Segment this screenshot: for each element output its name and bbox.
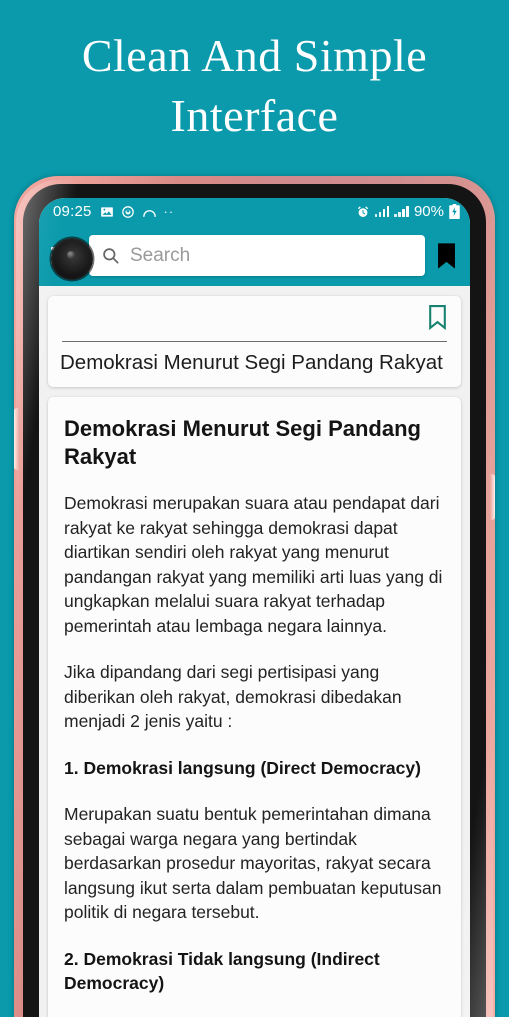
result-card-bookmark-row <box>60 305 449 335</box>
status-bar-left-icons: ·· <box>100 204 175 219</box>
status-bar-time: 09:25 <box>53 203 92 220</box>
photo-icon <box>100 205 114 219</box>
volume-button[interactable] <box>14 408 20 470</box>
article-heading: Demokrasi Menurut Segi Pandang Rakyat <box>64 416 421 469</box>
phone-bezel: 09:25 ·· 90% Search Demokrasi Menurut Se… <box>23 184 486 1017</box>
search-input[interactable]: Search <box>89 235 425 276</box>
search-icon <box>101 246 120 265</box>
article-subheading: 1. Demokrasi langsung (Direct Democracy) <box>64 757 421 778</box>
battery-charging-icon <box>449 204 460 219</box>
status-bar-right-icons: 90% <box>356 203 460 220</box>
article-paragraph: Merupakan suatu bentuk pemerintahan dima… <box>64 804 442 922</box>
battery-percent-label: 90% <box>413 203 444 220</box>
content-scroll-area[interactable]: Demokrasi Menurut Segi Pandang Rakyat De… <box>39 286 470 1017</box>
app-toolbar: Search <box>39 225 470 286</box>
more-dots-icon: ·· <box>163 204 175 219</box>
bookmark-outline-icon[interactable] <box>428 305 447 335</box>
article-card: Demokrasi Menurut Segi Pandang Rakyat De… <box>48 397 461 1017</box>
promo-headline: Clean And Simple Interface <box>0 0 509 172</box>
search-result-card[interactable]: Demokrasi Menurut Segi Pandang Rakyat <box>48 296 461 387</box>
front-camera-punch-hole <box>51 238 93 280</box>
status-bar: 09:25 ·· 90% <box>39 198 470 225</box>
article-paragraph: Jika dipandang dari segi pertisipasi yan… <box>64 662 402 731</box>
search-placeholder-label: Search <box>130 244 191 266</box>
phone-screen: 09:25 ·· 90% Search Demokrasi Menurut Se… <box>39 198 470 1017</box>
promo-headline-line-1: Clean And Simple <box>81 30 428 81</box>
result-card-divider <box>62 341 447 342</box>
article-body: Demokrasi merupakan suara atau pendapat … <box>64 491 445 1017</box>
signal-bars-icon-sim2 <box>394 206 409 217</box>
alarm-clock-icon <box>356 205 370 219</box>
shield-check-icon <box>121 205 135 219</box>
promo-headline-line-2: Interface <box>170 90 339 141</box>
bookmark-filled-icon[interactable] <box>437 242 456 269</box>
power-button[interactable] <box>489 474 495 520</box>
result-card-title: Demokrasi Menurut Segi Pandang Rakyat <box>60 351 443 374</box>
article-subheading: 2. Demokrasi Tidak langsung (Indirect De… <box>64 948 380 994</box>
phone-device-mockup: 09:25 ·· 90% Search Demokrasi Menurut Se… <box>14 176 495 1017</box>
article-paragraph: Demokrasi merupakan suara atau pendapat … <box>64 493 443 636</box>
signal-bars-icon-sim1 <box>374 206 390 217</box>
cloud-icon <box>142 206 157 218</box>
